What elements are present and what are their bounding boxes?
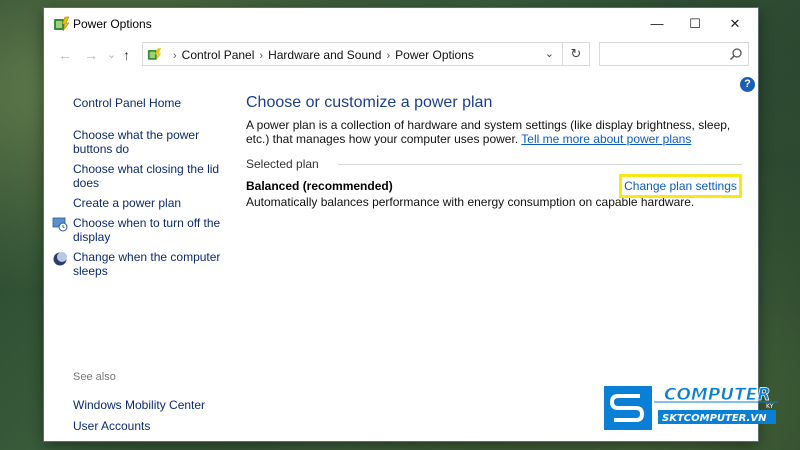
refresh-button[interactable]: ↻ [562,42,590,66]
page-title: Choose or customize a power plan [246,94,493,111]
search-icon [729,48,742,61]
sktcomputer-logo: COMPUTER KY SKTCOMPUTER.VN [604,385,778,430]
svg-text:SKTCOMPUTER.VN: SKTCOMPUTER.VN [662,413,767,424]
forward-button[interactable]: → [84,47,98,63]
sidebar-item-create-power-plan[interactable]: Create a power plan [73,196,223,210]
window-title: Power Options [73,17,152,31]
plan-name: Balanced (recommended) [246,179,393,193]
sidebar-item-turn-off-display[interactable]: Choose when to turn off the display [73,216,223,244]
recent-locations-button[interactable]: ⌄ [107,48,116,61]
breadcrumb-control-panel[interactable]: Control Panel [182,48,255,62]
learn-more-link[interactable]: Tell me more about power plans [521,132,691,146]
selected-plan-label: Selected plan [246,157,319,171]
breadcrumb-separator: › [386,50,391,62]
sidebar-item-closing-lid[interactable]: Choose what closing the lid does [73,162,223,190]
sidebar-item-mobility-center[interactable]: Windows Mobility Center [73,398,223,412]
power-options-icon [147,48,162,61]
power-options-icon [54,16,70,32]
address-bar[interactable]: › Control Panel › Hardware and Sound › Power … [142,42,563,66]
breadcrumb-separator: › [259,50,264,62]
search-input[interactable] [599,42,749,66]
display-clock-icon [52,217,68,232]
refresh-icon: ↻ [570,46,582,61]
sidebar-item-control-panel-home[interactable]: Control Panel Home [73,96,223,110]
minimize-button[interactable]: — [638,8,676,39]
svg-text:KY: KY [766,403,774,410]
see-also-label: See also [73,371,116,383]
moon-sleep-icon [53,252,67,266]
back-button[interactable]: ← [58,47,72,63]
sidebar-item-power-buttons[interactable]: Choose what the power buttons do [73,128,223,156]
breadcrumb-separator: › [173,50,177,62]
power-options-window: Power Options — ☐ ✕ ← → ⌄ ↑ › Control Pan… [44,8,758,441]
help-icon[interactable]: ? [740,77,755,92]
close-button[interactable]: ✕ [716,8,754,39]
plan-description-text: A power plan is a collection of hardware… [246,118,746,146]
sidebar-item-computer-sleeps[interactable]: Change when the computer sleeps [73,250,223,278]
title-bar[interactable]: Power Options — ☐ ✕ [44,8,758,39]
breadcrumb: › Control Panel › Hardware and Sound › Power … [168,48,474,62]
maximize-button[interactable]: ☐ [676,8,714,39]
close-icon: ✕ [729,15,741,31]
sidebar-item-user-accounts[interactable]: User Accounts [73,419,223,433]
up-button[interactable]: ↑ [123,47,130,63]
breadcrumb-power-options[interactable]: Power Options [395,48,474,62]
navigation-bar: ← → ⌄ ↑ › Control Panel › Hardware and Soun… [44,39,758,71]
maximize-icon: ☐ [689,15,701,31]
change-plan-settings-link[interactable]: Change plan settings [619,174,742,198]
section-divider [338,164,742,165]
breadcrumb-hardware-and-sound[interactable]: Hardware and Sound [268,48,381,62]
minimize-icon: — [650,16,664,31]
svg-text:COMPUTER: COMPUTER [664,385,770,405]
address-dropdown-button[interactable]: ⌄ [545,47,554,60]
sidebar: Control Panel Home Choose what the power… [44,71,234,441]
